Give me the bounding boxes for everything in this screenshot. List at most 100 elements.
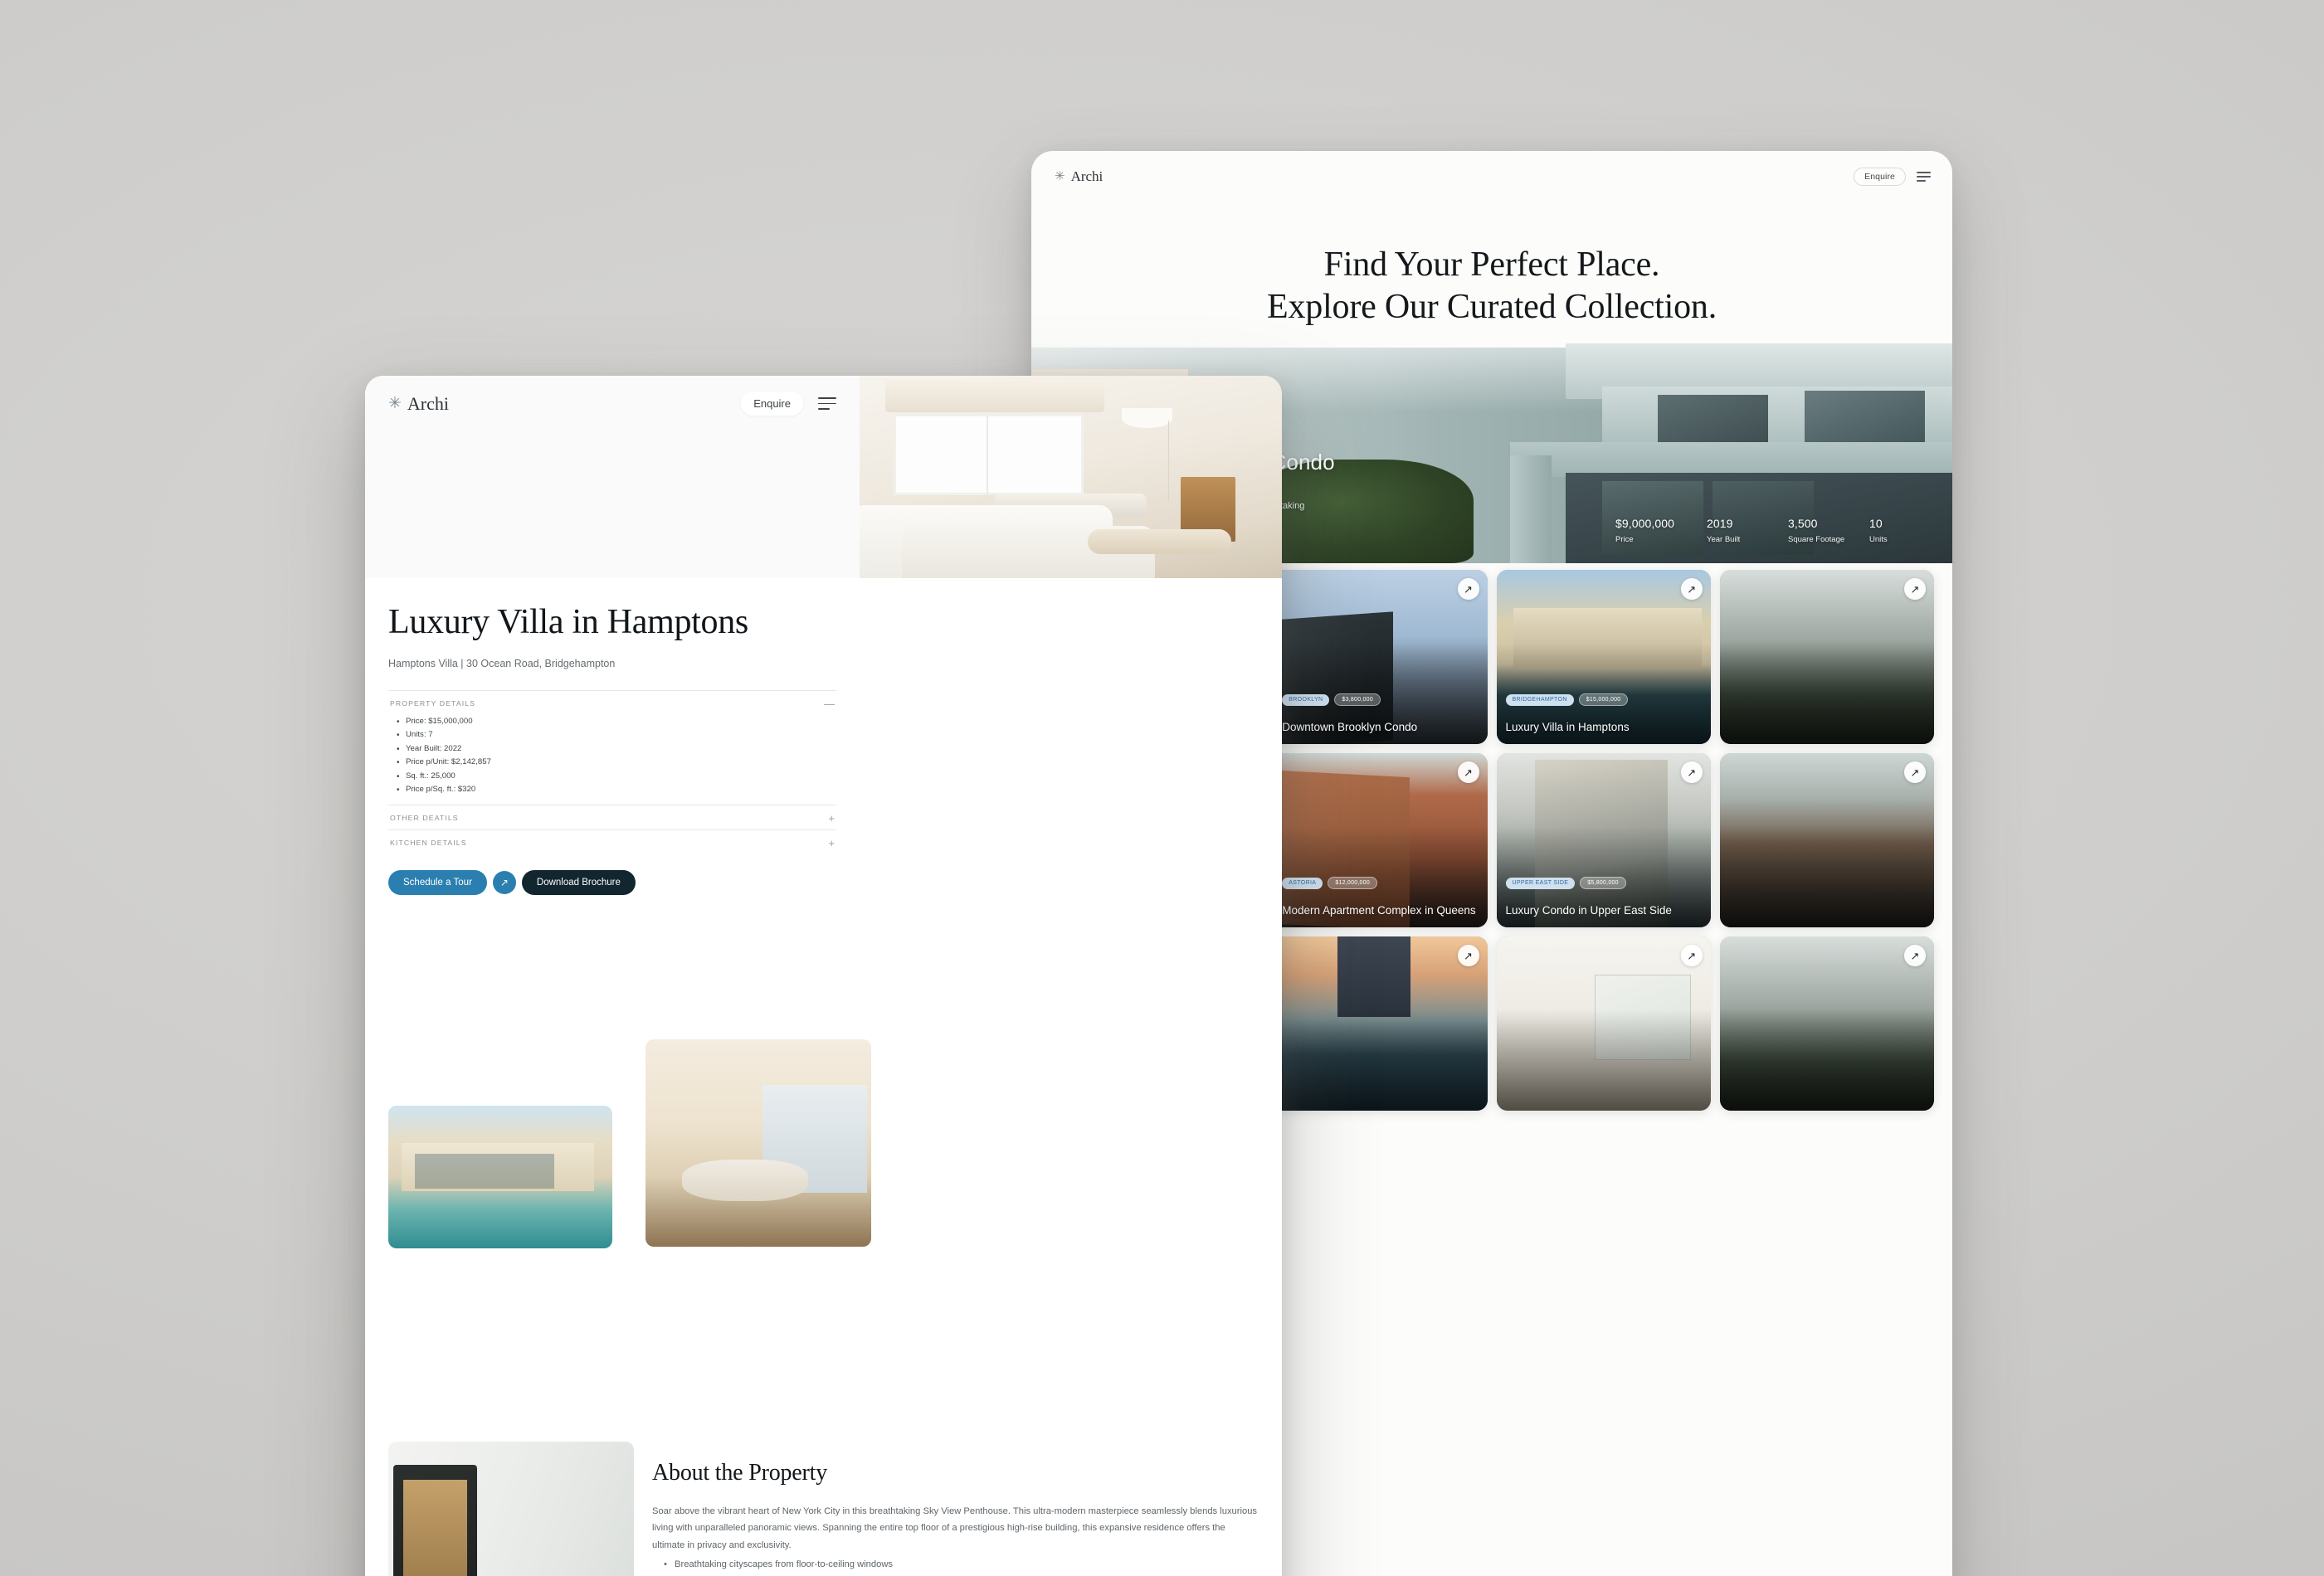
- about-bullet-list: Breathtaking cityscapes from floor-to-ce…: [652, 1556, 1259, 1576]
- accordion-title: PROPERTY DETAILS: [390, 699, 476, 708]
- arrow-up-right-icon[interactable]: ↗: [1904, 761, 1926, 783]
- property-card[interactable]: ↗ UPPER EAST SIDE $5,800,000 Luxury Condo i…: [1496, 753, 1711, 927]
- accordion-title: OTHER DEATILS: [390, 814, 459, 823]
- arrow-up-right-icon[interactable]: ↗: [1904, 578, 1926, 600]
- property-card[interactable]: ↗ BRIDGEHAMPTON $15,000,000 Luxury Villa in…: [1496, 570, 1711, 744]
- arrow-up-right-icon[interactable]: ↗: [1457, 578, 1479, 600]
- arrow-up-right-icon[interactable]: ↗: [1680, 945, 1703, 966]
- location-badge: BRIDGEHAMPTON: [1505, 693, 1574, 706]
- download-brochure-button[interactable]: Download Brochure: [521, 869, 636, 895]
- accordion-item: Year Built: 2022: [397, 742, 835, 756]
- accordion-item: Sq. ft.: 25,000: [397, 770, 835, 784]
- gallery-image-pool[interactable]: [388, 1106, 612, 1248]
- front-tablet-header-actions: Enquire: [741, 392, 836, 416]
- accordion-toggle-icon[interactable]: —: [824, 698, 835, 709]
- asterisk-icon: ✳: [388, 395, 402, 412]
- back-tablet-header: ✳ Archi Enquire: [1031, 151, 1952, 202]
- brand-logo[interactable]: ✳ Archi: [1055, 168, 1103, 185]
- accordion-header[interactable]: KITCHEN DETAILS +: [388, 830, 836, 854]
- property-card-scrim: [1719, 753, 1934, 927]
- hero-headline-line2: Explore Our Curated Collection.: [1267, 288, 1717, 327]
- property-card[interactable]: ↗: [1719, 570, 1934, 744]
- accordion-item: Price: $15,000,000: [397, 715, 835, 729]
- property-card[interactable]: ↗ BROOKLYN $3,800,000 Downtown Brooklyn Con…: [1273, 570, 1488, 744]
- price-badge: $15,000,000: [1578, 693, 1629, 706]
- hero-stat-sqft-label: Square Footage: [1788, 535, 1845, 545]
- property-hero-photo: [860, 376, 1282, 578]
- property-card-scrim: [1273, 753, 1488, 927]
- cta-row: Schedule a Tour ↗ Download Brochure: [388, 869, 1259, 895]
- property-gallery: [365, 1039, 1282, 1248]
- location-badge: UPPER EAST SIDE: [1505, 877, 1576, 889]
- property-card-scrim: [1496, 570, 1711, 744]
- about-text-block: About the Property Soar above the vibran…: [652, 1442, 1259, 1576]
- property-card-title: Modern Apartment Complex in Queens: [1282, 903, 1476, 917]
- property-card[interactable]: ↗: [1719, 753, 1934, 927]
- hero-headline-line1: Find Your Perfect Place.: [1323, 246, 1660, 284]
- accordion-item: Price p/Sq. ft.: $320: [397, 783, 835, 797]
- about-heading: About the Property: [652, 1460, 828, 1486]
- enquire-button[interactable]: Enquire: [1854, 168, 1906, 186]
- price-badge: $5,800,000: [1580, 877, 1626, 889]
- about-bullet-item: Gourmet chef's kitchen with top-of-the-l…: [664, 1574, 1259, 1576]
- page-subtitle: Hamptons Villa | 30 Ocean Road, Bridgeha…: [388, 657, 616, 669]
- enquire-button[interactable]: Enquire: [741, 392, 803, 416]
- accordion-section[interactable]: OTHER DEATILS +: [388, 804, 836, 829]
- property-card-title: Luxury Villa in Hamptons: [1505, 720, 1630, 733]
- property-card[interactable]: ↗: [1719, 936, 1934, 1111]
- accordion-section[interactable]: PROPERTY DETAILS — Price: $15,000,000Units…: [388, 689, 836, 805]
- page-title: Luxury Villa in Hamptons: [388, 603, 748, 641]
- property-card-scrim: [1496, 753, 1711, 927]
- brand-name: Archi: [1070, 168, 1104, 184]
- price-badge: $3,800,000: [1334, 693, 1381, 706]
- property-card-scrim: [1273, 570, 1488, 744]
- property-accordion: PROPERTY DETAILS — Price: $15,000,000Units…: [388, 689, 836, 854]
- property-card-scrim: [1273, 936, 1488, 1111]
- hero-stat-units-value: 10: [1869, 517, 1883, 531]
- property-card[interactable]: ↗: [1496, 936, 1711, 1111]
- about-section: About the Property Soar above the vibran…: [365, 1442, 1282, 1576]
- property-card-scrim: [1496, 936, 1711, 1111]
- accordion-header[interactable]: PROPERTY DETAILS —: [388, 691, 836, 715]
- accordion-item: Units: 7: [397, 728, 835, 742]
- hamburger-menu-icon[interactable]: [1917, 172, 1931, 182]
- property-card[interactable]: ↗ ASTORIA $12,000,000 Modern Apartment Comp…: [1273, 753, 1488, 927]
- accordion-item-list: Price: $15,000,000Units: 7Year Built: 20…: [388, 715, 836, 805]
- asterisk-icon: ✳: [1055, 169, 1065, 183]
- hamburger-menu-icon[interactable]: [818, 397, 836, 410]
- hero-headline: Find Your Perfect Place. Explore Our Cur…: [1031, 244, 1952, 328]
- arrow-up-right-icon[interactable]: ↗: [492, 870, 516, 894]
- property-card-badges: BRIDGEHAMPTON $15,000,000: [1505, 693, 1629, 706]
- property-card-badges: UPPER EAST SIDE $5,800,000: [1505, 877, 1626, 889]
- hero-stat-units-label: Units: [1869, 535, 1888, 545]
- gallery-image-dining-room[interactable]: [646, 1039, 871, 1247]
- hero-stat-price-label: Price: [1615, 535, 1634, 545]
- brand-logo[interactable]: ✳ Archi: [388, 393, 449, 415]
- front-tablet-left-pane: ✳ Archi Enquire: [365, 376, 860, 578]
- accordion-toggle-icon[interactable]: +: [828, 838, 835, 849]
- arrow-up-right-icon[interactable]: ↗: [1680, 578, 1703, 600]
- hero-stat-square-footage: 3,500 Square Footage: [1788, 517, 1848, 545]
- hero-stat-price: $9,000,000 Price: [1615, 517, 1685, 545]
- brand-name: Archi: [407, 392, 450, 414]
- property-card-title: Luxury Condo in Upper East Side: [1505, 903, 1672, 917]
- property-card-scrim: [1719, 570, 1934, 744]
- location-badge: ASTORIA: [1282, 877, 1323, 889]
- arrow-up-right-icon[interactable]: ↗: [1904, 945, 1926, 966]
- schedule-tour-button[interactable]: Schedule a Tour: [388, 869, 487, 895]
- property-card-title: Downtown Brooklyn Condo: [1282, 720, 1418, 733]
- accordion-section[interactable]: KITCHEN DETAILS +: [388, 829, 836, 854]
- gallery-image-bathroom[interactable]: [388, 1442, 634, 1576]
- accordion-header[interactable]: OTHER DEATILS +: [388, 805, 836, 829]
- accordion-toggle-icon[interactable]: +: [828, 813, 835, 824]
- arrow-up-right-icon[interactable]: ↗: [1457, 761, 1479, 783]
- arrow-up-right-icon[interactable]: ↗: [1680, 761, 1703, 783]
- arrow-up-right-icon[interactable]: ↗: [1457, 945, 1479, 966]
- hero-stat-sqft-value: 3,500: [1788, 517, 1818, 531]
- price-badge: $12,000,000: [1328, 877, 1377, 889]
- hero-stat-year-value: 2019: [1707, 517, 1733, 531]
- about-paragraph: Soar above the vibrant heart of New York…: [652, 1506, 1258, 1550]
- accordion-item: Price p/Unit: $2,142,857: [397, 756, 835, 770]
- hero-stats: $9,000,000 Price 2019 Year Built 3,500 S…: [1615, 517, 1929, 545]
- property-card[interactable]: ↗: [1273, 936, 1488, 1111]
